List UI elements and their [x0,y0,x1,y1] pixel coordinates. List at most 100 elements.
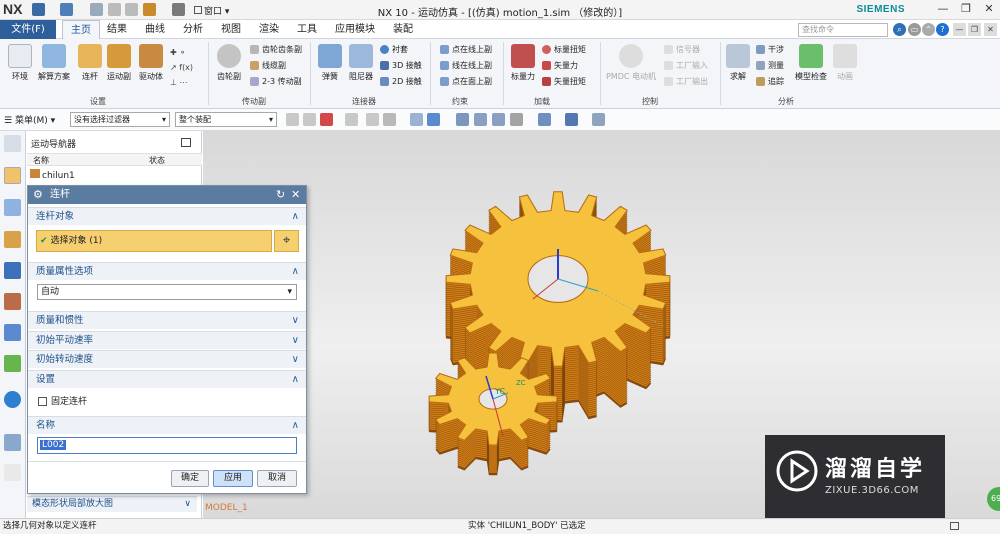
minimize-button[interactable]: — [932,1,954,17]
tab-view[interactable]: 视图 [213,20,249,39]
settings-gear-icon[interactable] [4,135,21,152]
maximize-panel-icon[interactable] [181,138,191,147]
point-on-curve-button[interactable]: 点在线上副 [440,43,492,56]
part-navigator-icon[interactable] [4,262,21,279]
section-mass-properties[interactable]: 质量属性选项 ∧ [28,262,306,280]
doc-minimize-icon[interactable]: — [953,23,966,36]
select-object-row[interactable]: ✔ 选择对象 (1) [36,230,272,252]
web-browser-icon[interactable] [4,391,21,408]
tab-applications[interactable]: 应用模块 [327,20,383,39]
gear-pair-button[interactable]: 齿轮副 [214,44,244,82]
rack-pinion-button[interactable]: 齿轮齿条副 [250,43,302,56]
history-icon[interactable] [4,324,21,341]
snap-point-icon[interactable] [286,113,299,126]
damper-button[interactable]: 阻尼器 [346,44,376,82]
apply-button[interactable]: 应用 [213,470,253,487]
link-button[interactable]: 连杆 [78,44,102,82]
animation-button[interactable]: 动画 [832,44,858,82]
zoom-icon[interactable] [474,113,487,126]
window-menu-icon[interactable]: ▭ [908,23,921,36]
signal-button[interactable]: 信号器 [664,43,700,56]
selection-intent-icon[interactable] [320,113,333,126]
roles-icon[interactable] [4,434,21,451]
scalar-force-button[interactable]: 标量力 [508,44,538,82]
orient-view-icon[interactable] [510,113,523,126]
selection-scope-dropdown[interactable]: 整个装配 [175,112,277,127]
select-icon[interactable] [303,113,316,126]
vector-force-button[interactable]: 矢量力 [542,59,578,72]
setup-small-icons[interactable]: ✚ ⚬ ↗ f(x) ⊥ ⋯ [170,45,200,89]
tab-tools[interactable]: 工具 [289,20,325,39]
tree-node-root[interactable]: chilun1 [30,169,75,181]
tab-analysis[interactable]: 分析 [175,20,211,39]
file-menu-button[interactable]: 文件(F) [0,20,56,39]
scalar-torque-button[interactable]: 标量扭矩 [542,43,586,56]
status-window-icon[interactable] [950,522,959,530]
restore-button[interactable]: ❐ [955,1,977,17]
constraint-navigator-icon[interactable] [4,231,21,248]
section-link-object[interactable]: 连杆对象 ∧ [28,207,306,225]
cube-icon[interactable] [427,113,440,126]
system-materials-icon[interactable] [4,355,21,372]
main-menu-button[interactable]: ☰ 菜单(M) ▾ [4,113,55,126]
display-mode-icon[interactable] [565,113,578,126]
assembly-navigator-icon[interactable] [4,199,21,216]
lasso-icon[interactable] [366,113,379,126]
bushing-button[interactable]: 衬套 [380,43,408,56]
view-section-icon[interactable] [592,113,605,126]
select-all-icon[interactable] [383,113,396,126]
cancel-button[interactable]: 取消 [257,470,297,487]
pmdc-motor-button[interactable]: PMDC 电动机 [606,44,656,82]
history-palette-icon[interactable] [4,464,21,481]
model-check-button[interactable]: 模型检查 [792,44,830,82]
point-on-surface-button[interactable]: 点在面上副 [440,75,492,88]
reset-icon[interactable]: ↻ [276,186,285,204]
column-status[interactable]: 状态 [149,155,165,166]
tab-assembly[interactable]: 装配 [385,20,421,39]
doc-close-icon[interactable]: ✕ [984,23,997,36]
name-input[interactable]: L002 [37,437,297,454]
tab-home[interactable]: 主页 [62,20,100,39]
tab-results[interactable]: 结果 [99,20,135,39]
interference-button[interactable]: 干涉 [756,43,784,56]
search-go-icon[interactable]: ⌕ [893,23,906,36]
spring-button[interactable]: 弹簧 [316,44,344,82]
section-name[interactable]: 名称 ∧ [28,416,306,434]
tab-curve[interactable]: 曲线 [137,20,173,39]
section-mass-inertia[interactable]: 质量和惯性 ∨ [28,311,306,329]
fixed-link-checkbox[interactable]: 固定连杆 [38,394,87,407]
help-icon[interactable]: ? [936,23,949,36]
contact-3d-button[interactable]: 3D 接触 [380,59,422,72]
reuse-library-icon[interactable] [4,293,21,310]
joint-button[interactable]: 运动副 [104,44,134,82]
vector-torque-button[interactable]: 矢量扭矩 [542,75,586,88]
section-initial-translational-velocity[interactable]: 初始平动速率 ∨ [28,331,306,349]
column-name[interactable]: 名称 [33,155,49,166]
point-dialog-button[interactable]: ⌖ [274,230,299,252]
command-search-input[interactable]: 查找命令 [798,23,888,37]
solve-button[interactable]: 求解 [726,44,750,82]
two-three-joint-button[interactable]: 2-3 传动副 [250,75,302,88]
cable-button[interactable]: 线缆副 [250,59,286,72]
ok-button[interactable]: 确定 [171,470,209,487]
plant-output-button[interactable]: 工厂输出 [664,75,708,88]
driver-button[interactable]: 驱动体 [136,44,166,82]
trace-button[interactable]: 追踪 [756,75,784,88]
section-initial-rotational-velocity[interactable]: 初始转动速度 ∨ [28,350,306,368]
mass-property-dropdown[interactable]: 自动 [37,284,297,300]
doc-restore-icon[interactable]: ❐ [968,23,981,36]
render-style-icon[interactable] [538,113,551,126]
mode-shape-panel[interactable]: 模态形状局部放大图 ∨ [27,496,197,512]
section-settings[interactable]: 设置 ∧ [28,370,306,388]
motion-navigator-tab-icon[interactable] [4,167,21,184]
dialog-close-icon[interactable]: ✕ [291,186,300,204]
select-region-icon[interactable] [345,113,358,126]
type-filter-dropdown[interactable]: 没有选择过滤器 [70,112,170,127]
rotate-icon[interactable] [492,113,505,126]
tab-render[interactable]: 渲染 [251,20,287,39]
environment-button[interactable]: 环境 [6,44,34,82]
contact-2d-button[interactable]: 2D 接触 [380,75,422,88]
solution-button[interactable]: 解算方案 [36,44,72,82]
curve-on-curve-button[interactable]: 线在线上副 [440,59,492,72]
plant-input-button[interactable]: 工厂输入 [664,59,708,72]
